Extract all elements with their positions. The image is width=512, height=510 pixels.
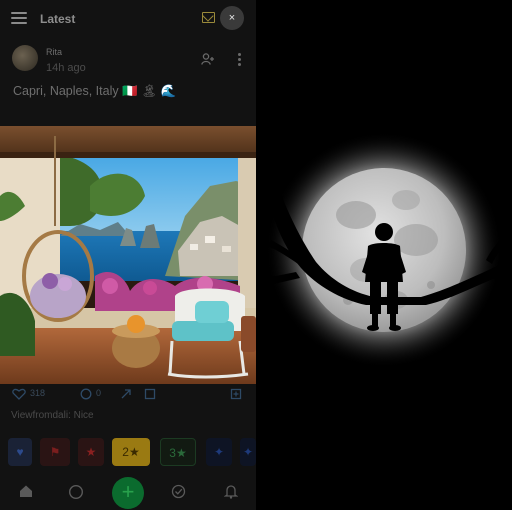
post-image[interactable] (0, 126, 256, 384)
add-icon[interactable]: + (112, 477, 144, 509)
chip-3-star[interactable]: 3★ (160, 438, 196, 466)
home-icon[interactable] (19, 484, 33, 498)
chip-more[interactable]: ✦ (240, 438, 256, 466)
moon-silhouette-image[interactable] (256, 0, 512, 510)
bell-icon[interactable] (224, 484, 238, 499)
comments-count: 0 (96, 388, 102, 398)
post-actions: 318 0 (0, 384, 256, 406)
check-icon[interactable] (171, 484, 186, 499)
chip-2-star[interactable]: 2★ (112, 438, 150, 466)
bookmark-icon[interactable] (144, 388, 156, 400)
top-comment[interactable]: Viewfromdali: Nice (11, 410, 94, 421)
avatar[interactable] (12, 45, 38, 71)
add-reaction-icon[interactable] (230, 388, 242, 400)
moon-image-panel (256, 0, 512, 510)
likes-count: 318 (30, 388, 46, 398)
close-button[interactable]: × (220, 6, 244, 30)
reaction-chips: ♥ ⚑ ★ 2★ 3★ ✦ ✦ (0, 438, 256, 468)
chip-heart[interactable]: ♥ (8, 438, 32, 466)
circle-icon[interactable] (68, 484, 84, 500)
mail-icon[interactable] (202, 12, 215, 23)
post-timestamp: 14h ago (46, 62, 86, 74)
heart-icon[interactable] (12, 388, 26, 400)
chip-flag[interactable]: ⚑ (40, 438, 70, 466)
comment-icon[interactable] (80, 388, 92, 400)
chip-blue[interactable]: ✦ (206, 438, 232, 466)
post-caption: Capri, Naples, Italy 🇮🇹 🏝 🌊 (13, 84, 177, 98)
top-bar: Latest × (0, 0, 256, 38)
menu-icon[interactable] (11, 12, 27, 24)
more-vert-icon[interactable] (238, 53, 242, 67)
author-name[interactable]: Rita (46, 47, 62, 57)
feed-panel: Latest × Rita 14h ago Capri, Naples, Ita… (0, 0, 256, 510)
share-icon[interactable] (120, 388, 132, 400)
page-title: Latest (40, 12, 76, 26)
chip-star-red[interactable]: ★ (78, 438, 104, 466)
follow-user-icon[interactable] (201, 53, 215, 65)
